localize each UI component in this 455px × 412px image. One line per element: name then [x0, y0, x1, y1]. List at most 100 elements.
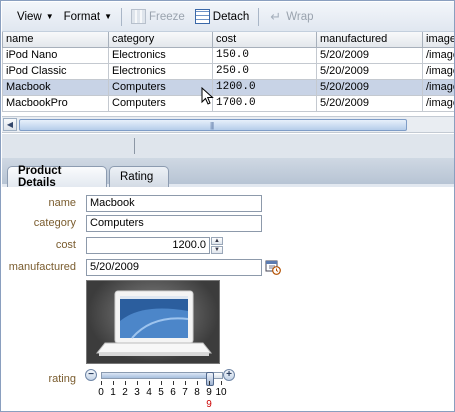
slider-tick-label: 5: [158, 387, 164, 398]
chevron-down-icon: ▼: [45, 12, 54, 21]
manufactured-field[interactable]: 5/20/2009: [86, 259, 262, 276]
slider-tick-label: 8: [194, 387, 200, 398]
column-header-cost[interactable]: cost: [212, 32, 317, 48]
decrement-button[interactable]: ▼: [211, 246, 223, 254]
slider-tick: [173, 381, 174, 385]
splitter-area: [2, 134, 454, 158]
products-table: name category cost manufactured image iP…: [2, 32, 454, 114]
table-row[interactable]: iPod Classic Electronics 250.0 5/20/2009…: [2, 62, 454, 80]
detail-tabs: Product Details Rating: [2, 158, 454, 189]
cost-stepper[interactable]: ▲ ▼: [211, 237, 223, 254]
detach-button[interactable]: Detach: [190, 6, 254, 28]
rating-decrease-button[interactable]: −: [85, 369, 97, 381]
detach-button-label: Detach: [212, 10, 250, 23]
table-row-selected[interactable]: Macbook Computers 1200.0 5/20/2009 /imag…: [2, 78, 454, 96]
slider-tick: [185, 381, 186, 385]
toolbar-separator: [120, 7, 122, 26]
cell-image: /image: [422, 78, 454, 96]
cell-image: /image: [422, 94, 454, 112]
table-row[interactable]: iPod Nano Electronics 150.0 5/20/2009 /i…: [2, 46, 454, 64]
slider-tick-label: 1: [110, 387, 116, 398]
horizontal-scrollbar[interactable]: ◀ |||: [2, 116, 454, 133]
scrollbar-thumb[interactable]: |||: [19, 119, 407, 131]
cell-cost: 250.0: [212, 62, 317, 80]
slider-tick: [113, 381, 114, 385]
cell-image: /image: [422, 46, 454, 64]
cell-category: Computers: [108, 78, 213, 96]
slider-tick-label: 7: [182, 387, 188, 398]
column-header-category[interactable]: category: [108, 32, 213, 48]
mouse-pointer-icon: [201, 87, 214, 105]
cell-manufactured: 5/20/2009: [316, 46, 423, 64]
increment-button[interactable]: ▲: [211, 237, 223, 245]
cost-field[interactable]: 1200.0: [86, 237, 210, 254]
cell-name: MacbookPro: [2, 94, 109, 112]
cell-cost: 1700.0: [212, 94, 317, 112]
slider-tick: [125, 381, 126, 385]
category-label: category: [33, 217, 76, 229]
format-menu[interactable]: Format ▼: [59, 6, 117, 28]
cell-manufactured: 5/20/2009: [316, 94, 423, 112]
wrap-button[interactable]: ↵ Wrap: [263, 6, 318, 28]
freeze-button-label: Freeze: [148, 10, 185, 23]
cell-category: Electronics: [108, 62, 213, 80]
cell-category: Electronics: [108, 46, 213, 64]
slider-track[interactable]: [101, 372, 223, 386]
slider-tick-label: 2: [122, 387, 128, 398]
detach-table-icon: [194, 9, 210, 24]
slider-ticks: [101, 381, 225, 386]
slider-tick-label: 6: [170, 387, 176, 398]
manufactured-label: manufactured: [8, 261, 76, 273]
column-header-image[interactable]: image: [422, 32, 454, 48]
table-header-row: name category cost manufactured image: [2, 32, 454, 48]
view-menu[interactable]: View ▼: [12, 6, 59, 28]
rating-increase-button[interactable]: +: [223, 369, 235, 381]
slider-tick-labels: 0 1 2 3 4 5 6 7 8 9 10: [98, 387, 227, 399]
macbook-image-icon: [95, 290, 213, 356]
cost-label: cost: [55, 239, 76, 251]
slider-tick: [149, 381, 150, 385]
product-image: [86, 280, 220, 364]
column-header-manufactured[interactable]: manufactured: [316, 32, 423, 48]
slider-tick-label: 9: [206, 387, 212, 398]
tab-rating[interactable]: Rating: [109, 166, 169, 187]
slider-tick: [161, 381, 162, 385]
cell-manufactured: 5/20/2009: [316, 78, 423, 96]
category-field[interactable]: Computers: [86, 215, 262, 232]
cell-cost: 1200.0: [212, 78, 317, 96]
name-field[interactable]: Macbook: [86, 195, 262, 212]
toolbar-separator: [258, 7, 260, 26]
application-window: View ▼ Format ▼ Freeze Detach ↵ Wrap nam…: [0, 0, 455, 412]
scroll-left-button[interactable]: ◀: [3, 118, 17, 131]
slider-tick: [197, 381, 198, 385]
cell-name: iPod Nano: [2, 46, 109, 64]
cell-category: Computers: [108, 94, 213, 112]
wrap-button-label: Wrap: [286, 10, 314, 23]
slider-fill: [102, 373, 210, 378]
rating-value-label: 9: [206, 399, 212, 410]
chevron-down-icon: ▼: [104, 12, 112, 21]
tab-product-details[interactable]: Product Details: [7, 165, 107, 189]
slider-tick-label: 0: [98, 387, 104, 398]
slider-tick: [101, 381, 102, 385]
slider-tick: [137, 381, 138, 385]
freeze-button[interactable]: Freeze: [126, 6, 190, 28]
cell-manufactured: 5/20/2009: [316, 62, 423, 80]
splitter-handle[interactable]: [134, 138, 135, 154]
slider-tick: [209, 381, 210, 385]
table-row[interactable]: MacbookPro Computers 1700.0 5/20/2009 /i…: [2, 94, 454, 112]
cell-name: Macbook: [2, 78, 109, 96]
calendar-clock-icon[interactable]: [265, 259, 281, 275]
slider-tick-label: 3: [134, 387, 140, 398]
name-label: name: [48, 197, 76, 209]
tab-label: Rating: [120, 171, 154, 183]
cell-cost: 150.0: [212, 46, 317, 64]
cell-image: /image: [422, 62, 454, 80]
format-menu-label: Format: [63, 10, 101, 23]
wrap-icon: ↵: [270, 9, 282, 24]
column-header-name[interactable]: name: [2, 32, 109, 48]
slider-tick-label: 10: [215, 387, 227, 398]
cell-name: iPod Classic: [2, 62, 109, 80]
freeze-columns-icon: [130, 9, 146, 24]
rating-slider[interactable]: − + 0 1 2 3 4 5 6 7 8 9 10 9: [85, 368, 235, 412]
